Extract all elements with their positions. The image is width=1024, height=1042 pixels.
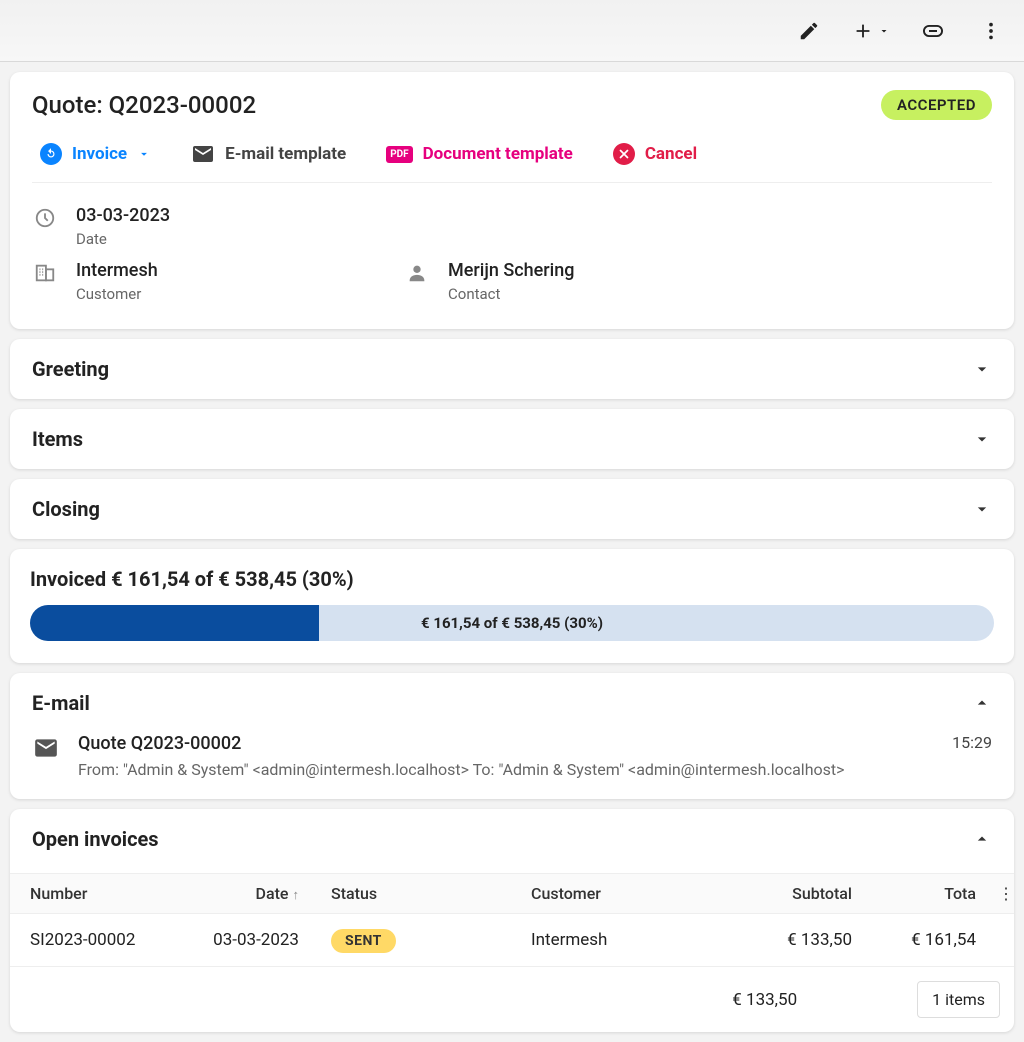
col-number[interactable]: Number [10, 874, 175, 914]
clock-icon [32, 205, 58, 229]
col-customer[interactable]: Customer [515, 874, 738, 914]
sort-asc-icon: ↑ [293, 888, 300, 903]
footer-subtotal: € 133,50 [732, 990, 877, 1010]
email-card: E-mail Quote Q2023-00002 From: "Admin & … [10, 673, 1014, 799]
link-button[interactable] [918, 16, 948, 46]
invoiced-title: Invoiced € 161,54 of € 538,45 (30%) [30, 567, 994, 591]
email-meta: From: "Admin & System" <admin@intermesh.… [78, 760, 934, 779]
mail-icon [191, 142, 215, 166]
col-date[interactable]: Date↑ [175, 874, 315, 914]
document-template-button[interactable]: PDF Document template [386, 144, 573, 164]
customer-label: Customer [76, 285, 386, 303]
quote-title: Quote: Q2023-00002 [32, 91, 256, 119]
top-toolbar [0, 0, 1024, 62]
info-section: 03-03-2023 Date Intermesh Customer Merij… [32, 182, 992, 329]
email-section-title: E-mail [32, 691, 90, 715]
refresh-icon [40, 143, 62, 165]
cancel-button[interactable]: Cancel [613, 143, 697, 165]
closing-section[interactable]: Closing [10, 479, 1014, 539]
chevron-down-icon [137, 147, 151, 161]
greeting-title: Greeting [32, 357, 109, 381]
mail-icon [32, 733, 60, 761]
greeting-section[interactable]: Greeting [10, 339, 1014, 399]
items-title: Items [32, 427, 83, 451]
chevron-up-icon[interactable] [972, 693, 992, 713]
close-icon [613, 143, 635, 165]
cell-status: SENT [315, 914, 515, 967]
col-subtotal[interactable]: Subtotal [738, 874, 868, 914]
closing-title: Closing [32, 497, 100, 521]
open-invoices-title: Open invoices [32, 827, 159, 851]
action-row: Invoice E-mail template PDF Document tem… [32, 120, 992, 182]
sent-badge: SENT [331, 929, 396, 953]
items-count[interactable]: 1 items [917, 981, 1000, 1018]
add-button[interactable] [852, 20, 890, 42]
edit-button[interactable] [794, 16, 824, 46]
progress-label: € 161,54 of € 538,45 (30%) [30, 605, 994, 641]
cell-date: 03-03-2023 [175, 914, 315, 967]
cell-number: SI2023-00002 [10, 914, 175, 967]
chevron-down-icon [972, 499, 992, 519]
quote-header-card: Quote: Q2023-00002 ACCEPTED Invoice E-ma… [10, 72, 1014, 329]
col-status[interactable]: Status [315, 874, 515, 914]
customer-value: Intermesh [76, 260, 386, 281]
cell-total: € 161,54 [868, 914, 998, 967]
invoices-table: Number Date↑ Status Customer Subtotal To… [10, 873, 1014, 966]
person-icon [404, 260, 430, 284]
col-total[interactable]: Tota [868, 874, 998, 914]
date-label: Date [76, 230, 386, 248]
more-button[interactable] [976, 16, 1006, 46]
chevron-down-icon [972, 429, 992, 449]
progress-bar: € 161,54 of € 538,45 (30%) [30, 605, 994, 641]
cell-subtotal: € 133,50 [738, 914, 868, 967]
open-invoices-card: Open invoices Number Date↑ Status Custom… [10, 809, 1014, 1032]
email-subject: Quote Q2023-00002 [78, 733, 934, 754]
email-time: 15:29 [952, 733, 992, 752]
contact-label: Contact [448, 285, 758, 303]
invoiced-card: Invoiced € 161,54 of € 538,45 (30%) € 16… [10, 549, 1014, 663]
pdf-icon: PDF [386, 146, 412, 163]
building-icon [32, 260, 58, 284]
col-more[interactable]: ⋮ [998, 874, 1014, 914]
chevron-down-icon [972, 359, 992, 379]
cancel-label: Cancel [645, 144, 697, 164]
table-footer: € 133,50 1 items [10, 966, 1014, 1032]
invoice-label: Invoice [72, 144, 127, 164]
chevron-down-icon [878, 25, 890, 37]
cell-customer: Intermesh [515, 914, 738, 967]
chevron-up-icon[interactable] [972, 829, 992, 849]
email-template-button[interactable]: E-mail template [191, 142, 346, 166]
email-template-label: E-mail template [225, 144, 346, 164]
email-item[interactable]: Quote Q2023-00002 From: "Admin & System"… [32, 727, 992, 779]
date-value: 03-03-2023 [76, 205, 386, 226]
items-section[interactable]: Items [10, 409, 1014, 469]
contact-value: Merijn Schering [448, 260, 758, 281]
document-template-label: Document template [423, 144, 573, 164]
table-row[interactable]: SI2023-00002 03-03-2023 SENT Intermesh €… [10, 914, 1014, 967]
status-badge: ACCEPTED [881, 90, 992, 120]
invoice-button[interactable]: Invoice [40, 143, 151, 165]
